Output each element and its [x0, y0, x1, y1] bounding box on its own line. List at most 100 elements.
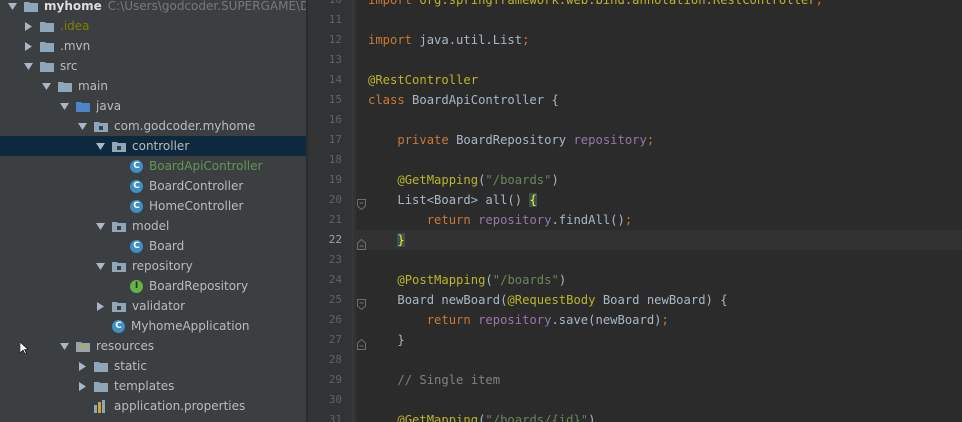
arrow-down-icon[interactable]: [94, 220, 106, 232]
code-line[interactable]: Board newBoard(@RequestBody Board newBoa…: [368, 290, 727, 310]
tree-root[interactable]: myhome C:\Users\godcoder.SUPERGAME\De: [0, 0, 306, 16]
tree-item-label: MyhomeApplication: [131, 319, 250, 333]
folder-icon: [24, 1, 38, 12]
folder-icon: [40, 41, 54, 52]
code-editor[interactable]: import org.springframework.web.bind.anno…: [356, 0, 962, 422]
folder-icon: [94, 381, 108, 392]
tree-item-label: application.properties: [114, 399, 246, 413]
code-token: ;: [661, 313, 669, 327]
tree-item[interactable]: resources: [0, 336, 306, 356]
line-number: 30: [328, 393, 342, 406]
tree-item-label: main: [78, 79, 108, 93]
code-token: ): [551, 173, 559, 187]
line-number: 12: [328, 33, 342, 46]
code-line[interactable]: private BoardRepository repository;: [368, 130, 654, 150]
tree-item-label: resources: [96, 339, 155, 353]
code-line[interactable]: import java.util.List;: [368, 30, 529, 50]
arrow-down-icon[interactable]: [58, 100, 70, 112]
source-folder-icon: [76, 101, 90, 112]
code-line[interactable]: @GetMapping("/boards/{id}"): [368, 410, 596, 422]
tree-item[interactable]: C BoardController: [0, 176, 306, 196]
line-number: 19: [328, 173, 342, 186]
tree-item[interactable]: controller: [0, 136, 306, 156]
code-token: java.util.List: [419, 33, 523, 47]
tree-item[interactable]: C BoardApiController: [0, 156, 306, 176]
tree-item-label: validator: [132, 299, 186, 313]
tree-item[interactable]: main: [0, 76, 306, 96]
arrow-right-icon[interactable]: [94, 300, 106, 312]
code-line[interactable]: @PostMapping("/boards"): [368, 270, 566, 290]
code-token: return: [426, 313, 479, 327]
tree-item[interactable]: application.properties: [0, 396, 306, 416]
line-number: 24: [328, 273, 342, 286]
arrow-spacer: [76, 400, 88, 412]
tree-item-label: HomeController: [149, 199, 244, 213]
package-icon: [94, 121, 108, 132]
code-line[interactable]: // Single item: [368, 370, 500, 390]
code-line[interactable]: return repository.findAll();: [368, 210, 632, 230]
tree-item[interactable]: I BoardRepository: [0, 276, 306, 296]
arrow-spacer: [112, 200, 124, 212]
fold-marker-icon[interactable]: [357, 235, 366, 250]
arrow-spacer: [94, 320, 106, 332]
tree-item[interactable]: C Board: [0, 236, 306, 256]
code-line[interactable]: @RestController: [368, 70, 478, 90]
code-line[interactable]: class BoardApiController {: [368, 90, 559, 110]
tree-item-label: .idea: [60, 19, 90, 33]
tree-item[interactable]: C HomeController: [0, 196, 306, 216]
tree-item[interactable]: src: [0, 56, 306, 76]
arrow-down-icon[interactable]: [40, 80, 52, 92]
tree-item[interactable]: model: [0, 216, 306, 236]
tree-item[interactable]: .mvn: [0, 36, 306, 56]
tree-item[interactable]: validator: [0, 296, 306, 316]
code-token: "/boards/{id}": [485, 413, 589, 422]
arrow-down-icon[interactable]: [6, 0, 18, 12]
fold-marker-icon[interactable]: [357, 295, 366, 311]
line-number: 31: [328, 413, 342, 422]
code-line[interactable]: }: [368, 330, 405, 350]
code-token: ): [588, 413, 596, 422]
code-token: ;: [646, 133, 655, 147]
arrow-down-icon[interactable]: [22, 60, 34, 72]
tree-item-label: BoardApiController: [149, 159, 263, 173]
arrow-spacer: [112, 240, 124, 252]
line-number: 28: [328, 353, 342, 366]
code-line[interactable]: import org.springframework.web.bind.anno…: [368, 0, 823, 10]
tree-item[interactable]: static: [0, 356, 306, 376]
arrow-right-icon[interactable]: [76, 360, 88, 372]
arrow-right-icon[interactable]: [22, 20, 34, 32]
code-token: private: [397, 133, 457, 147]
tree-item[interactable]: java: [0, 96, 306, 116]
tree-item[interactable]: com.godcoder.myhome: [0, 116, 306, 136]
arrow-right-icon[interactable]: [76, 380, 88, 392]
code-line[interactable]: @GetMapping("/boards"): [368, 170, 559, 190]
code-token: }: [368, 333, 405, 347]
line-number: 15: [328, 93, 342, 106]
tree-item[interactable]: templates: [0, 376, 306, 396]
arrow-down-icon[interactable]: [76, 120, 88, 132]
line-number: 25: [328, 293, 342, 306]
arrow-spacer: [112, 280, 124, 292]
code-line[interactable]: return repository.save(newBoard);: [368, 310, 669, 330]
code-token: }: [397, 233, 405, 247]
arrow-right-icon[interactable]: [22, 40, 34, 52]
tree-item-label: com.godcoder.myhome: [114, 119, 256, 133]
fold-marker-icon[interactable]: [357, 335, 366, 350]
arrow-down-icon[interactable]: [58, 340, 70, 352]
tree-item[interactable]: C MyhomeApplication: [0, 316, 306, 336]
fold-marker-icon[interactable]: [357, 195, 366, 211]
code-line[interactable]: List<Board> all() {: [368, 190, 537, 210]
code-token: @GetMapping: [397, 413, 479, 422]
code-line[interactable]: }: [368, 230, 405, 250]
line-number: 26: [328, 313, 342, 326]
tree-item[interactable]: repository: [0, 256, 306, 276]
arrow-down-icon[interactable]: [94, 260, 106, 272]
tree-item[interactable]: .idea: [0, 16, 306, 36]
arrow-down-icon[interactable]: [94, 140, 106, 152]
code-token: BoardApiController {: [412, 93, 559, 107]
code-token: "/boards": [492, 273, 559, 287]
